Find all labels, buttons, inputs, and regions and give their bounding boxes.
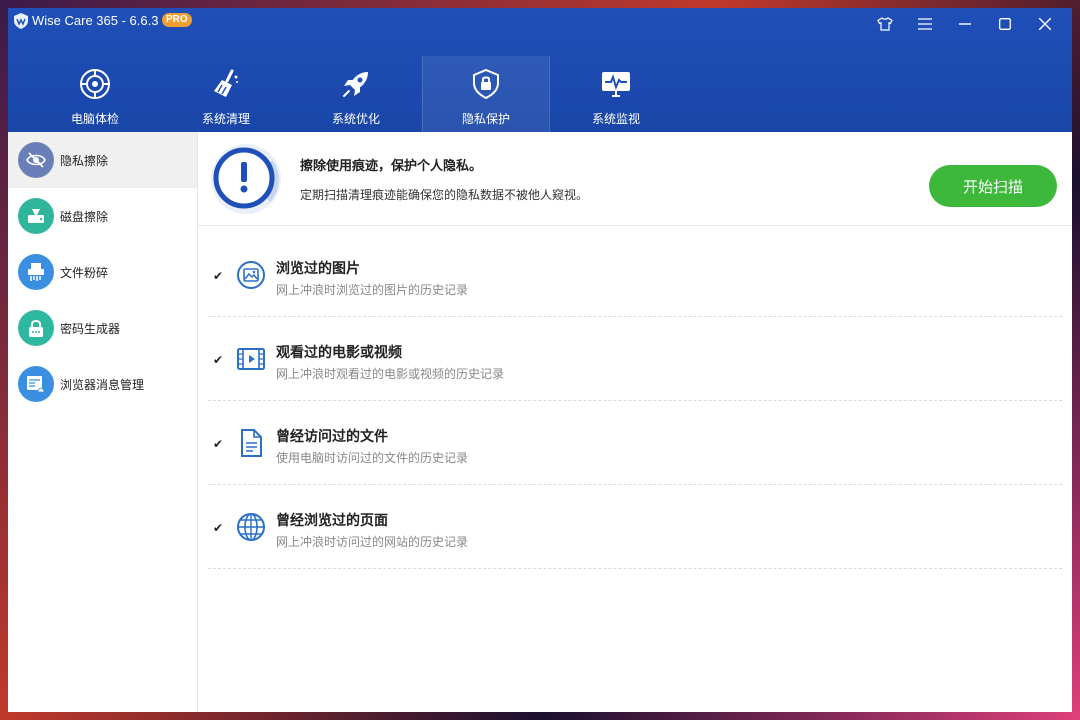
lock-shield-icon bbox=[473, 68, 499, 100]
header-title: 擦除使用痕迹，保护个人隐私。 bbox=[300, 159, 483, 174]
sidebar-item-icon-bg bbox=[18, 254, 54, 290]
list-item: ✔ 曾经浏览过的页面 网上冲浪时访问过的网站的历史记录 bbox=[208, 485, 1062, 569]
tab-label: 系统优化 bbox=[331, 112, 380, 126]
broom-icon bbox=[214, 69, 238, 97]
menu-icon bbox=[918, 18, 932, 30]
sidebar-item-label: 文件粉碎 bbox=[60, 266, 109, 280]
tab-label: 系统监视 bbox=[591, 112, 640, 126]
sidebar-item-browser-notification-manager[interactable]: 浏览器消息管理 bbox=[8, 356, 197, 412]
document-icon bbox=[241, 429, 262, 457]
lock-icon bbox=[29, 320, 43, 337]
header-description: 定期扫描清理痕迹能确保您的隐私数据不被他人窥视。 bbox=[300, 188, 589, 202]
item-checkbox[interactable]: ✔ bbox=[212, 522, 224, 534]
minimize-icon bbox=[959, 23, 971, 25]
shirt-icon bbox=[877, 17, 893, 31]
sidebar-item-disk-eraser[interactable]: 磁盘擦除 bbox=[8, 188, 197, 244]
item-title: 曾经访问过的文件 bbox=[276, 429, 388, 445]
globe-icon bbox=[237, 513, 265, 541]
sidebar-item-icon-bg bbox=[18, 366, 54, 402]
tab-privacy-protector[interactable]: 隐私保护 bbox=[422, 56, 550, 132]
item-checkbox[interactable]: ✔ bbox=[212, 354, 224, 366]
item-description: 网上冲浪时浏览过的图片的历史记录 bbox=[276, 283, 469, 297]
alert-icon bbox=[211, 144, 281, 214]
maximize-button[interactable] bbox=[992, 14, 1018, 34]
app-window: Wise Care 365 - 6.6.3 PRO 电脑体检 系统清理 系统优化… bbox=[8, 8, 1072, 712]
tab-system-optimizer[interactable]: 系统优化 bbox=[292, 56, 420, 132]
item-title: 浏览过的图片 bbox=[276, 261, 360, 277]
privacy-header: 擦除使用痕迹，保护个人隐私。 定期扫描清理痕迹能确保您的隐私数据不被他人窥视。 … bbox=[198, 132, 1072, 226]
list-item: ✔ 浏览过的图片 网上冲浪时浏览过的图片的历史记录 bbox=[208, 233, 1062, 317]
image-icon bbox=[237, 261, 265, 289]
sidebar-item-label: 隐私擦除 bbox=[60, 154, 109, 168]
sidebar: 隐私擦除 磁盘擦除 文件粉碎 密码生成器 浏览器消息管理 bbox=[8, 132, 198, 712]
sidebar-item-icon-bg bbox=[18, 310, 54, 346]
main-content: 擦除使用痕迹，保护个人隐私。 定期扫描清理痕迹能确保您的隐私数据不被他人窥视。 … bbox=[198, 132, 1072, 712]
start-scan-button[interactable]: 开始扫描 bbox=[929, 165, 1057, 207]
item-checkbox[interactable]: ✔ bbox=[212, 438, 224, 450]
item-description: 网上冲浪时访问过的网站的历史记录 bbox=[276, 535, 469, 549]
app-logo-icon bbox=[14, 13, 28, 29]
item-description: 使用电脑时访问过的文件的历史记录 bbox=[276, 451, 469, 465]
close-icon bbox=[1038, 17, 1052, 31]
sidebar-item-label: 密码生成器 bbox=[60, 322, 121, 336]
close-button[interactable] bbox=[1032, 14, 1058, 34]
tab-label: 隐私保护 bbox=[461, 112, 510, 126]
tab-system-monitor[interactable]: 系统监视 bbox=[552, 56, 680, 132]
sidebar-item-file-shredder[interactable]: 文件粉碎 bbox=[8, 244, 197, 300]
tab-label: 电脑体检 bbox=[70, 112, 119, 126]
sidebar-item-privacy-eraser[interactable]: 隐私擦除 bbox=[8, 132, 197, 188]
monitor-pulse-icon bbox=[602, 72, 630, 97]
skin-button[interactable] bbox=[872, 14, 898, 34]
tab-label: 系统清理 bbox=[201, 112, 250, 126]
sidebar-item-label: 浏览器消息管理 bbox=[60, 378, 145, 392]
tab-system-cleaner[interactable]: 系统清理 bbox=[162, 56, 290, 132]
item-title: 曾经浏览过的页面 bbox=[276, 513, 388, 529]
item-title: 观看过的电影或视频 bbox=[276, 345, 402, 361]
sidebar-item-password-generator[interactable]: 密码生成器 bbox=[8, 300, 197, 356]
minimize-button[interactable] bbox=[952, 14, 978, 34]
top-bar: Wise Care 365 - 6.6.3 PRO 电脑体检 系统清理 系统优化… bbox=[8, 8, 1072, 132]
app-title: Wise Care 365 - 6.6.3 bbox=[32, 13, 159, 28]
sidebar-item-label: 磁盘擦除 bbox=[60, 210, 109, 224]
disk-wipe-icon bbox=[28, 209, 44, 223]
rocket-icon bbox=[343, 72, 368, 97]
pro-badge: PRO bbox=[162, 13, 192, 27]
sidebar-item-icon-bg bbox=[18, 198, 54, 234]
target-icon bbox=[80, 69, 110, 99]
title-bar: Wise Care 365 - 6.6.3 PRO bbox=[8, 8, 1072, 36]
item-description: 网上冲浪时观看过的电影或视频的历史记录 bbox=[276, 367, 505, 381]
menu-button[interactable] bbox=[912, 14, 938, 34]
item-checkbox[interactable]: ✔ bbox=[212, 270, 224, 282]
list-item: ✔ 曾经访问过的文件 使用电脑时访问过的文件的历史记录 bbox=[208, 401, 1062, 485]
browser-bell-icon bbox=[27, 376, 45, 393]
sidebar-item-icon-bg bbox=[18, 142, 54, 178]
tab-pc-checkup[interactable]: 电脑体检 bbox=[31, 56, 159, 132]
maximize-icon bbox=[999, 18, 1011, 30]
film-icon bbox=[237, 348, 265, 370]
shredder-icon bbox=[28, 263, 44, 281]
list-item: ✔ 观看过的电影或视频 网上冲浪时观看过的电影或视频的历史记录 bbox=[208, 317, 1062, 401]
eye-slash-icon bbox=[26, 152, 46, 168]
